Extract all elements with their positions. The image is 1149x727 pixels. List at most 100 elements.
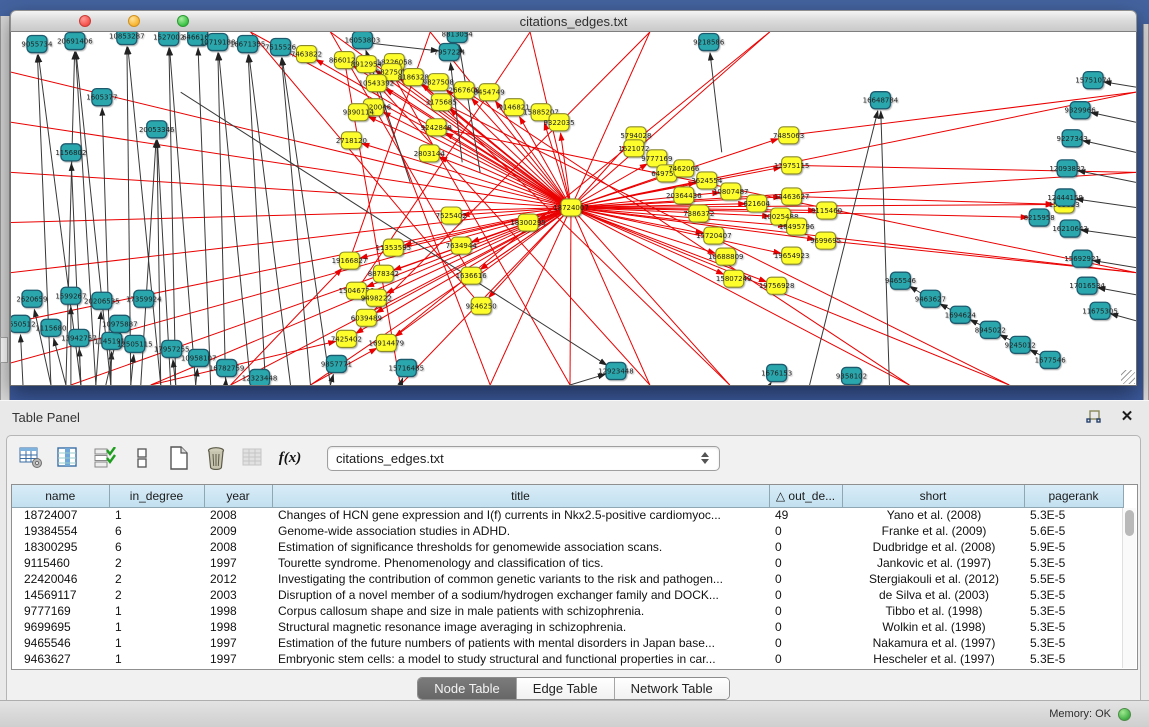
zoom-traffic-light-icon[interactable] <box>177 15 189 27</box>
graph-node[interactable]: 16210643 <box>1052 220 1088 237</box>
graph-node[interactable]: 15751074 <box>1075 72 1111 89</box>
column-header-year[interactable]: year <box>204 485 272 507</box>
citation-edge-black[interactable] <box>127 47 131 385</box>
graph-node[interactable]: 9218586 <box>693 34 725 51</box>
graph-node[interactable]: 9857771 <box>321 355 352 372</box>
cell-year[interactable]: 2009 <box>204 523 272 539</box>
table-row[interactable]: 946362711997Embryonic stem cells: a mode… <box>12 651 1123 667</box>
graph-node[interactable]: 12323448 <box>242 369 278 385</box>
graph-node[interactable]: 17016534 <box>1069 277 1105 294</box>
graph-node[interactable]: 7957224 <box>434 44 466 61</box>
cell-in_degree[interactable]: 2 <box>109 555 204 571</box>
graph-node[interactable]: 14463627 <box>774 188 810 205</box>
close-traffic-light-icon[interactable] <box>79 15 91 27</box>
column-header-title[interactable]: title <box>272 485 769 507</box>
graph-node[interactable]: 16914479 <box>369 334 405 351</box>
cell-name[interactable]: 9465546 <box>12 635 109 651</box>
cell-name[interactable]: 18724007 <box>12 507 109 523</box>
cell-name[interactable]: 9463627 <box>12 651 109 667</box>
cell-pagerank[interactable]: 5.9E-5 <box>1024 539 1123 555</box>
cell-in_degree[interactable]: 6 <box>109 539 204 555</box>
cell-out_degree[interactable]: 0 <box>769 523 842 539</box>
table-row[interactable]: 911546021997Tourette syndrome. Phenomeno… <box>12 555 1123 571</box>
graph-node[interactable]: 9465546 <box>885 272 917 289</box>
graph-node[interactable]: 9227343 <box>1057 130 1088 147</box>
cell-pagerank[interactable]: 5.3E-5 <box>1024 603 1123 619</box>
table-row[interactable]: 1830029562008Estimation of significance … <box>12 539 1123 555</box>
cell-out_degree[interactable]: 0 <box>769 635 842 651</box>
citation-edge-black[interactable] <box>198 48 211 385</box>
citation-edge-black[interactable] <box>770 382 771 385</box>
cell-out_degree[interactable]: 49 <box>769 507 842 523</box>
graph-node[interactable]: 9329966 <box>1065 102 1097 119</box>
cell-title[interactable]: Structural magnetic resonance image aver… <box>272 619 769 635</box>
graph-node[interactable]: 9699695 <box>810 232 841 249</box>
window-titlebar[interactable]: citations_edges.txt <box>10 10 1137 32</box>
graph-node[interactable]: 15716485 <box>389 359 425 376</box>
cell-year[interactable]: 2008 <box>204 539 272 555</box>
table-row[interactable]: 977716911998Corpus callosum shape and si… <box>12 603 1123 619</box>
table-settings-icon[interactable] <box>17 444 45 472</box>
cell-in_degree[interactable]: 1 <box>109 603 204 619</box>
tab-node-table[interactable]: Node Table <box>418 678 516 699</box>
cell-out_degree[interactable]: 0 <box>769 651 842 667</box>
cell-short[interactable]: de Silva et al. (2003) <box>842 587 1024 603</box>
citation-edge-black[interactable] <box>570 374 605 385</box>
show-columns-icon[interactable] <box>54 444 82 472</box>
float-window-icon[interactable] <box>1083 409 1103 425</box>
graph-node[interactable]: 8813054 <box>442 32 474 43</box>
cell-title[interactable]: Estimation of the future numbers of pati… <box>272 635 769 651</box>
cell-pagerank[interactable]: 5.3E-5 <box>1024 651 1123 667</box>
cell-short[interactable]: Hescheler et al. (1997) <box>842 651 1024 667</box>
citation-edge-black[interactable] <box>54 339 66 385</box>
citation-edge-black[interactable] <box>169 48 176 385</box>
cell-out_degree[interactable]: 0 <box>769 587 842 603</box>
cell-pagerank[interactable]: 5.3E-5 <box>1024 587 1123 603</box>
delete-icon[interactable] <box>202 444 230 472</box>
column-header-name[interactable]: name <box>12 485 109 507</box>
graph-node[interactable]: 19166827 <box>332 252 368 269</box>
graph-node[interactable]: 10853287 <box>109 32 145 45</box>
table-row[interactable]: 1872400712008Changes of HCN gene express… <box>12 507 1123 523</box>
cell-short[interactable]: Nakamura et al. (1997) <box>842 635 1024 651</box>
column-header-pagerank[interactable]: pagerank <box>1024 485 1123 507</box>
cell-pagerank[interactable]: 5.6E-5 <box>1024 523 1123 539</box>
citation-edge-red[interactable] <box>571 207 909 385</box>
cell-year[interactable]: 1997 <box>204 555 272 571</box>
citation-edge-black[interactable] <box>330 375 333 385</box>
table-row[interactable]: 2242004622012Investigating the contribut… <box>12 571 1123 587</box>
graph-node[interactable]: 11675305 <box>1082 302 1118 319</box>
resize-grip-icon[interactable] <box>1121 370 1135 384</box>
graph-node[interactable]: 12975115 <box>774 157 810 174</box>
graph-node[interactable]: 1599267 <box>55 287 86 304</box>
table-scrollbar[interactable] <box>1122 508 1136 668</box>
citation-edge-red[interactable] <box>464 90 909 385</box>
citation-edge-red[interactable] <box>376 83 650 385</box>
citation-edge-black[interactable] <box>131 355 134 385</box>
cell-name[interactable]: 9699695 <box>12 619 109 635</box>
graph-node[interactable]: 9055734 <box>21 36 53 53</box>
column-header-out_degree[interactable]: △ out_de... <box>769 485 842 507</box>
cell-year[interactable]: 2012 <box>204 571 272 587</box>
graph-node[interactable]: 20691406 <box>57 33 93 50</box>
cell-pagerank[interactable]: 5.3E-5 <box>1024 635 1123 651</box>
citation-edge-red[interactable] <box>11 207 571 222</box>
graph-node[interactable]: 20053346 <box>139 121 175 138</box>
graph-node[interactable]: 9115460 <box>811 202 842 219</box>
cell-out_degree[interactable]: 0 <box>769 603 842 619</box>
citation-edge-black[interactable] <box>1083 141 1136 153</box>
citation-edge-black[interactable] <box>1076 199 1136 207</box>
cell-short[interactable]: Dudbridge et al. (2008) <box>842 539 1024 555</box>
tab-edge-table[interactable]: Edge Table <box>516 678 614 699</box>
select-all-rows-icon[interactable] <box>91 444 119 472</box>
graph-node[interactable]: 16648784 <box>863 92 899 109</box>
cell-in_degree[interactable]: 1 <box>109 507 204 523</box>
citation-edge-black[interactable] <box>710 53 722 152</box>
cell-in_degree[interactable]: 1 <box>109 635 204 651</box>
citation-edge-black[interactable] <box>1091 113 1136 123</box>
citation-edge-red[interactable] <box>571 32 650 207</box>
column-header-in_degree[interactable]: in_degree <box>109 485 204 507</box>
graph-node[interactable]: 3624554 <box>691 172 723 189</box>
citation-edge-black[interactable] <box>1081 230 1136 238</box>
graph-node[interactable]: 1650512 <box>11 315 36 332</box>
